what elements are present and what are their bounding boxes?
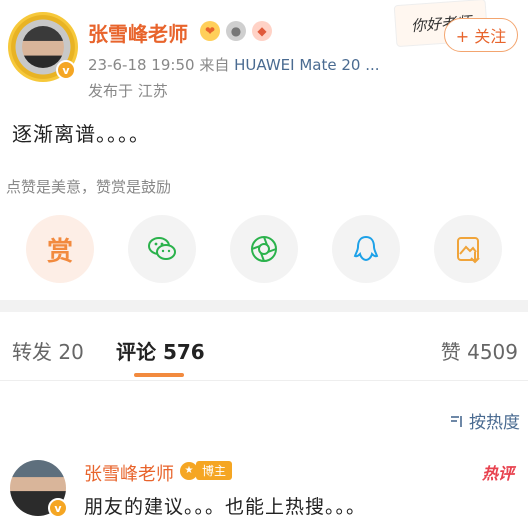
reward-tip-text: 点赞是美意，赞赏是鼓励 [6, 178, 172, 196]
sort-button[interactable]: 按热度 [449, 408, 520, 433]
verified-badge-icon: v [48, 498, 68, 518]
tab-likes[interactable]: 赞 4509 [441, 336, 518, 365]
author-name[interactable]: 张雪峰老师 [88, 18, 188, 47]
follow-button[interactable]: + 关注 [444, 18, 518, 52]
author-badges: ❤ ● ◆ [200, 21, 272, 41]
heart-icon[interactable]: ❤ [200, 21, 220, 41]
post-location: 发布于 江苏 [88, 82, 168, 100]
author-tag-label: 博主 [196, 461, 233, 480]
moments-icon [251, 236, 277, 262]
save-image-icon [457, 237, 480, 264]
post-meta: 23-6-18 19:50 来自 HUAWEI Mate 20 ... [88, 54, 380, 75]
commenter-name[interactable]: 张雪峰老师 [84, 460, 174, 486]
post-time: 23-6-18 19:50 [88, 56, 195, 74]
post-body-text: 逐渐离谱。。。。 [12, 122, 150, 146]
medal-icon[interactable]: ● [226, 21, 246, 41]
fish-icon[interactable]: ◆ [252, 21, 272, 41]
wechat-share-button[interactable] [128, 215, 196, 283]
post-tabs: 转发 20 评论 576 赞 4509 [0, 312, 528, 382]
avatar-photo [22, 26, 64, 68]
sort-label: 按热度 [469, 413, 520, 433]
qq-icon [353, 235, 379, 262]
share-row: 赏 [0, 215, 528, 285]
tabs-divider [0, 380, 528, 381]
tab-reposts[interactable]: 转发 20 [12, 336, 84, 365]
author-avatar[interactable]: v [8, 12, 78, 82]
post-from-label: 来自 [199, 56, 230, 74]
post-device-link[interactable]: HUAWEI Mate 20 ... [234, 56, 379, 74]
qq-share-button[interactable] [332, 215, 400, 283]
wechat-icon [148, 237, 176, 260]
verified-badge-icon: v [56, 60, 76, 80]
comment-text: 朋友的建议。。。也能上热搜。。。 [84, 496, 367, 518]
hot-comment-badge: 热评 [481, 464, 514, 483]
moments-share-button[interactable] [230, 215, 298, 283]
comment-item: v 张雪峰老师 ★ 博主 热评 朋友的建议。。。也能上热搜。。。 [0, 450, 528, 530]
post-header: v 张雪峰老师 ❤ ● ◆ 23-6-18 19:50 来自 HUAWEI Ma… [0, 0, 528, 110]
author-tag: ★ 博主 [180, 461, 233, 480]
save-image-button[interactable] [434, 215, 502, 283]
commenter-avatar[interactable]: v [10, 460, 68, 518]
sort-icon [451, 415, 462, 427]
section-divider [0, 300, 528, 312]
tab-comments[interactable]: 评论 576 [116, 336, 205, 365]
reward-button[interactable]: 赏 [26, 215, 94, 283]
active-tab-indicator [134, 373, 184, 377]
